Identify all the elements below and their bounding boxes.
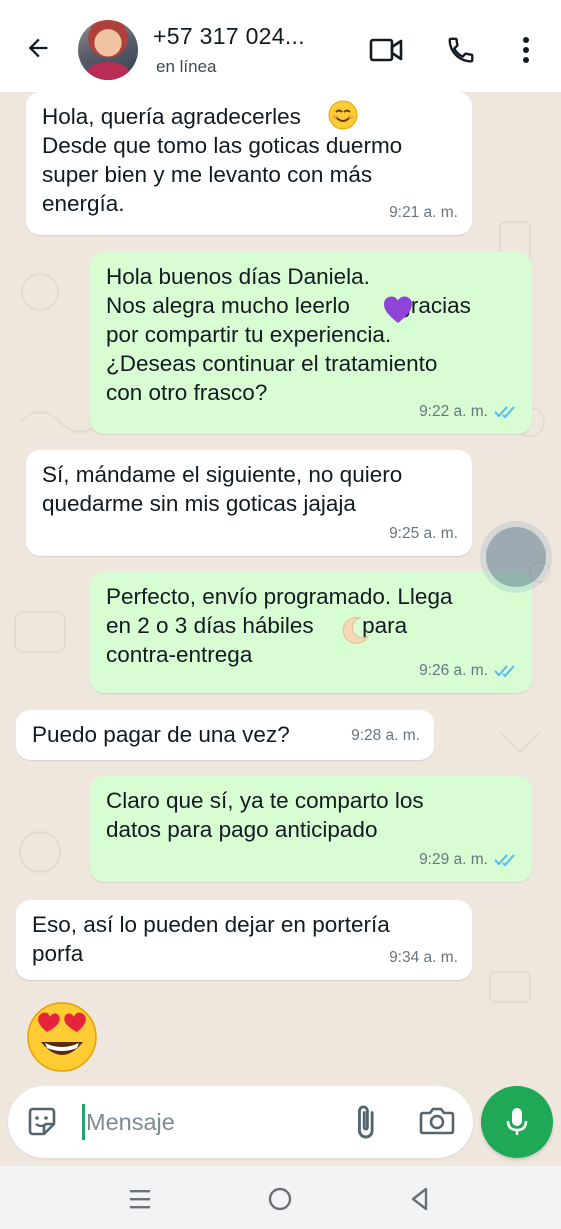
microphone-icon <box>506 1108 528 1135</box>
chat-header: +57 317 024... en línea <box>0 0 561 92</box>
back-button[interactable] <box>20 30 56 66</box>
message-time: 9:28 a. m. <box>351 727 420 744</box>
message-time: 9:29 a. m. <box>419 851 488 868</box>
voice-record-button[interactable] <box>481 1086 553 1158</box>
message-input[interactable] <box>86 1096 336 1148</box>
voice-call-button[interactable] <box>441 30 481 70</box>
camera-icon <box>419 1107 455 1135</box>
message-incoming[interactable]: Hola, quería agradecerles Desde que tomo… <box>26 92 472 235</box>
contact-status: en línea <box>156 57 217 76</box>
message-time: 9:22 a. m. <box>419 403 488 420</box>
chat-area[interactable]: Hola, quería agradecerles Desde que tomo… <box>0 92 561 1082</box>
smiling-face-emoji <box>328 100 358 130</box>
message-incoming[interactable]: Eso, así lo pueden dejar en portería por… <box>16 900 472 980</box>
message-meta: 9:21 a. m. <box>389 198 458 227</box>
message-text: Sí, mándame el siguiente, no quiero qued… <box>42 462 403 516</box>
read-ticks-icon <box>494 853 515 866</box>
message-outgoing[interactable]: Hola buenos días Daniela. Nos alegra muc… <box>90 252 532 434</box>
purple-heart-emoji <box>384 296 412 323</box>
floating-bubble[interactable] <box>486 527 546 587</box>
message-meta: 9:26 a. m. <box>419 656 518 685</box>
sticker-icon <box>28 1107 56 1136</box>
more-options-button[interactable] <box>506 30 546 70</box>
message-meta: 9:29 a. m. <box>419 845 518 874</box>
text-caret <box>82 1104 85 1140</box>
phone-icon <box>448 37 474 63</box>
video-call-icon <box>369 38 403 62</box>
heart-eyes-emoji[interactable] <box>25 1000 99 1074</box>
contact-name[interactable]: +57 317 024... <box>153 23 305 50</box>
recent-apps-icon <box>130 1190 150 1209</box>
attach-button[interactable] <box>346 1103 384 1141</box>
avatar[interactable] <box>78 20 138 80</box>
message-time: 9:25 a. m. <box>389 525 458 542</box>
more-vertical-icon <box>523 37 529 63</box>
camera-button[interactable] <box>418 1103 458 1141</box>
message-meta: 9:25 a. m. <box>389 519 458 548</box>
system-navigation-bar <box>0 1166 561 1229</box>
recent-apps-button[interactable] <box>125 1184 155 1214</box>
message-outgoing[interactable]: Claro que sí, ya te comparto los datos p… <box>90 776 532 882</box>
message-text: Claro que sí, ya te comparto los datos p… <box>106 788 424 842</box>
home-circle-icon <box>268 1187 292 1211</box>
message-meta: 9:22 a. m. <box>419 397 518 426</box>
back-arrow-icon <box>28 38 48 58</box>
sticker-button[interactable] <box>24 1104 60 1140</box>
message-composer <box>8 1086 473 1158</box>
message-time: 9:34 a. m. <box>389 949 458 966</box>
paperclip-icon <box>358 1105 374 1139</box>
message-time: 9:26 a. m. <box>419 662 488 679</box>
message-time: 9:21 a. m. <box>389 204 458 221</box>
message-meta: 9:28 a. m. <box>351 721 420 750</box>
message-incoming[interactable]: Puedo pagar de una vez? 9:28 a. m. <box>16 710 434 760</box>
nav-back-button[interactable] <box>405 1184 435 1214</box>
crescent-moon-emoji <box>342 616 370 644</box>
read-ticks-icon <box>494 664 515 677</box>
video-call-button[interactable] <box>366 30 406 70</box>
message-outgoing[interactable]: Perfecto, envío programado. Llega en 2 o… <box>90 572 532 693</box>
message-meta: 9:34 a. m. <box>389 943 458 972</box>
message-text: Hola buenos días Daniela. Nos alegra muc… <box>106 264 471 405</box>
back-triangle-icon <box>411 1187 428 1211</box>
read-ticks-icon <box>494 405 515 418</box>
message-incoming[interactable]: Sí, mándame el siguiente, no quiero qued… <box>26 450 472 556</box>
home-button[interactable] <box>265 1184 295 1214</box>
